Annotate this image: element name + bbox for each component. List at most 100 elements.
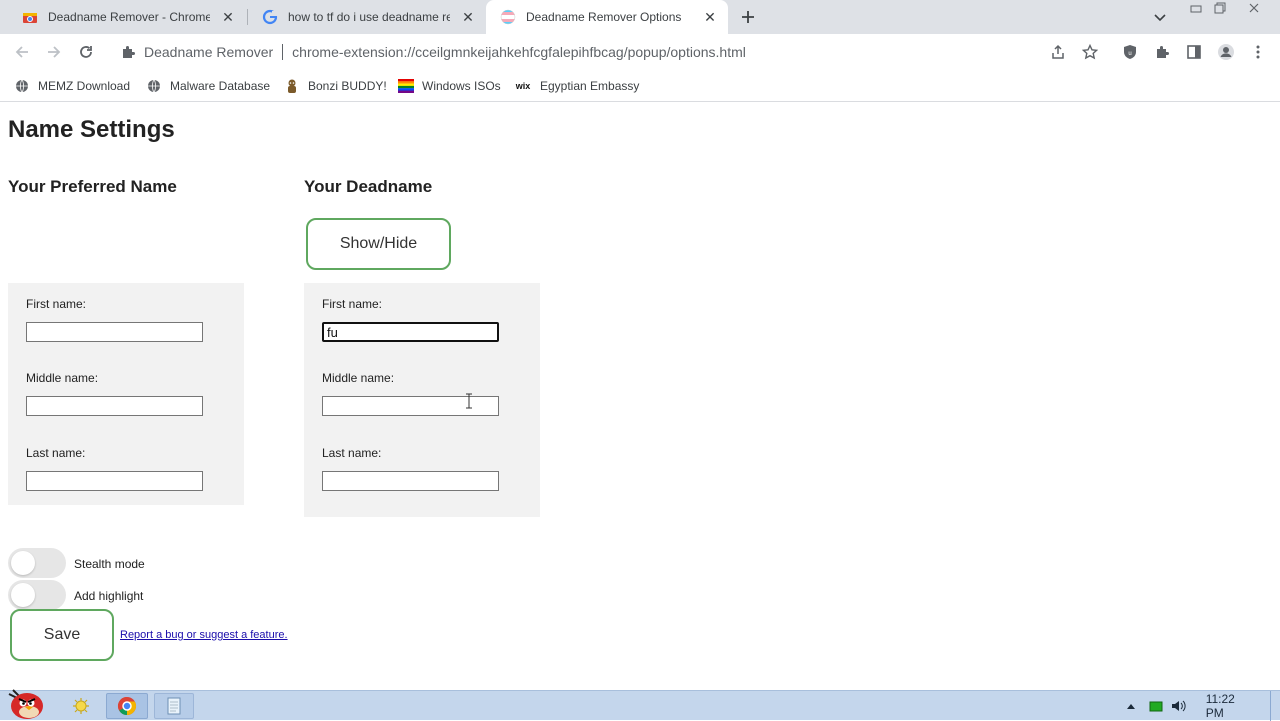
- extensions-button[interactable]: [1152, 42, 1172, 62]
- close-window-button[interactable]: [1242, 0, 1266, 16]
- share-button[interactable]: [1048, 42, 1068, 62]
- text-cursor-icon: [465, 393, 473, 409]
- reload-icon: [80, 46, 92, 58]
- add-highlight-label: Add highlight: [74, 589, 144, 603]
- system-tray: 11:22 PM: [1124, 691, 1280, 721]
- deadname-first-name-input[interactable]: fu: [322, 322, 499, 342]
- deadname-last-name-input[interactable]: [322, 471, 499, 491]
- browser-toolbar: Deadname Remover chrome-extension://ccei…: [0, 34, 1280, 70]
- wix-icon: wix: [515, 81, 531, 91]
- tab-chrome-web-store[interactable]: Deadname Remover - Chrome W ✕: [8, 0, 246, 34]
- chevron-down-icon: [1154, 14, 1166, 22]
- last-name-label: Last name:: [26, 446, 86, 460]
- tab-google-search[interactable]: how to tf do i use deadname rem ✕: [248, 0, 486, 34]
- close-tab-icon[interactable]: ✕: [458, 7, 478, 27]
- kebab-menu-icon: [1256, 45, 1260, 59]
- tab-search-button[interactable]: [1150, 7, 1170, 27]
- preferred-name-heading: Your Preferred Name: [8, 177, 177, 196]
- volume-icon[interactable]: [1169, 699, 1190, 713]
- middle-name-label: Middle name:: [322, 371, 395, 385]
- extension-name: Deadname Remover: [144, 44, 274, 60]
- middle-name-label: Middle name:: [26, 371, 99, 385]
- bookmark-label: Egyptian Embassy: [540, 79, 640, 93]
- tab-title: Deadname Remover - Chrome W: [48, 10, 210, 24]
- profile-button[interactable]: [1216, 42, 1236, 62]
- tab-title: Deadname Remover Options: [526, 10, 682, 24]
- side-panel-button[interactable]: [1184, 42, 1204, 62]
- stealth-mode-label: Stealth mode: [74, 557, 145, 571]
- tray-expand-icon[interactable]: [1124, 703, 1137, 709]
- minimize-button[interactable]: [1184, 0, 1208, 16]
- clock[interactable]: 11:22 PM: [1206, 692, 1255, 720]
- taskbar-notepad[interactable]: [154, 693, 194, 719]
- angry-bird-icon: [8, 689, 43, 719]
- new-tab-button[interactable]: [736, 5, 760, 29]
- windows-taskbar: 11:22 PM: [0, 689, 1280, 721]
- minimize-icon: [1190, 5, 1202, 13]
- explorer-icon: [73, 698, 89, 714]
- globe-icon: [146, 78, 162, 94]
- restore-icon: [1214, 2, 1226, 14]
- tab-title: how to tf do i use deadname rem: [288, 10, 450, 24]
- bookmark-memz[interactable]: MEMZ Download: [14, 76, 130, 96]
- arrow-right-icon: [48, 46, 61, 58]
- omnibox-divider: [282, 44, 284, 60]
- reload-button[interactable]: [74, 40, 98, 64]
- puzzle-icon: [1157, 46, 1169, 58]
- preferred-first-name-input[interactable]: [26, 322, 203, 342]
- puzzle-icon: [120, 44, 136, 60]
- side-panel-icon: [1187, 45, 1201, 59]
- toggle-knob: [11, 551, 35, 575]
- preferred-name-panel: First name: Middle name: Last name:: [8, 283, 244, 505]
- bookmark-label: MEMZ Download: [38, 79, 131, 93]
- battery-icon[interactable]: [1143, 700, 1168, 712]
- bookmark-egyptian-embassy[interactable]: wix Egyptian Embassy: [514, 76, 640, 96]
- restore-button[interactable]: [1208, 0, 1232, 16]
- toggle-knob: [11, 583, 35, 607]
- address-bar[interactable]: Deadname Remover chrome-extension://ccei…: [110, 37, 1110, 67]
- close-tab-icon[interactable]: ✕: [218, 7, 238, 27]
- report-bug-link[interactable]: Report a bug or suggest a feature.: [120, 629, 288, 641]
- start-button[interactable]: [4, 685, 50, 721]
- arrow-left-icon: [15, 46, 28, 58]
- stealth-mode-toggle[interactable]: [8, 548, 66, 578]
- share-icon: [1052, 44, 1064, 59]
- save-button[interactable]: Save: [10, 609, 114, 661]
- bookmark-malware-database[interactable]: Malware Database: [146, 76, 270, 96]
- close-tab-icon[interactable]: ✕: [700, 7, 720, 27]
- bookmark-label: Windows ISOs: [422, 79, 501, 93]
- svg-text:u: u: [1128, 51, 1131, 57]
- menu-button[interactable]: [1248, 42, 1268, 62]
- rainbow-flag-icon: [398, 78, 414, 94]
- google-icon: [262, 9, 278, 25]
- bookmarks-bar: MEMZ Download Malware Database Bonzi BUD…: [0, 70, 1280, 102]
- avatar-icon: [1218, 44, 1234, 60]
- shield-icon: u: [1124, 45, 1136, 59]
- preferred-middle-name-input[interactable]: [26, 396, 203, 416]
- tab-deadname-options[interactable]: Deadname Remover Options ✕: [486, 0, 728, 34]
- first-name-label: First name:: [26, 297, 87, 311]
- globe-icon: [14, 78, 30, 94]
- deadname-heading: Your Deadname: [304, 177, 433, 196]
- forward-button[interactable]: [42, 40, 66, 64]
- bookmark-star-button[interactable]: [1080, 42, 1100, 62]
- bonzi-icon: [284, 78, 300, 94]
- taskbar-chrome[interactable]: [106, 693, 148, 719]
- notepad-icon: [167, 697, 181, 715]
- taskbar-explorer[interactable]: [66, 693, 96, 719]
- add-highlight-toggle[interactable]: [8, 580, 66, 610]
- page-title: Name Settings: [8, 116, 175, 143]
- bookmark-windows-isos[interactable]: Windows ISOs: [398, 76, 501, 96]
- show-desktop-button[interactable]: [1270, 691, 1280, 721]
- bookmark-bonzi-buddy[interactable]: Bonzi BUDDY!: [284, 76, 387, 96]
- ublock-button[interactable]: u: [1120, 42, 1140, 62]
- trans-flag-icon: [500, 9, 516, 25]
- show-hide-button[interactable]: Show/Hide: [306, 218, 451, 270]
- plus-icon: [742, 11, 754, 23]
- close-icon: [1249, 3, 1259, 13]
- deadname-panel: First name: fu Middle name: Last name:: [304, 283, 540, 517]
- preferred-last-name-input[interactable]: [26, 471, 203, 491]
- bookmark-label: Bonzi BUDDY!: [308, 79, 387, 93]
- back-button[interactable]: [10, 40, 34, 64]
- chrome-icon: [117, 697, 137, 715]
